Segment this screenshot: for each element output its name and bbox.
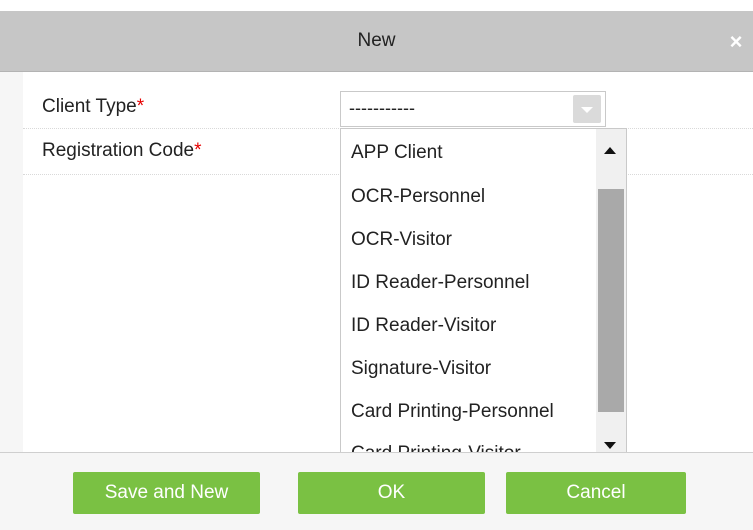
dialog-title: New	[357, 30, 396, 51]
dropdown-option-ocr-visitor[interactable]: OCR-Visitor	[351, 229, 596, 251]
client-type-dropdown-list[interactable]: APP Client OCR-Personnel OCR-Visitor ID …	[340, 128, 627, 465]
dropdown-option-app-client[interactable]: APP Client	[351, 142, 596, 164]
dropdown-option-signature-visitor[interactable]: Signature-Visitor	[351, 358, 596, 380]
dropdown-scrollbar[interactable]	[596, 129, 626, 464]
scroll-up-arrow-icon[interactable]	[604, 147, 616, 154]
dropdown-option-ocr-personnel[interactable]: OCR-Personnel	[351, 186, 596, 208]
chevron-down-triangle	[581, 107, 593, 113]
dialog-titlebar: New ×	[0, 11, 753, 72]
ok-button[interactable]: OK	[298, 472, 485, 514]
client-type-select[interactable]: -----------	[340, 91, 606, 127]
client-type-label: Client Type*	[42, 96, 144, 118]
top-strip	[0, 0, 753, 11]
dropdown-option-id-reader-visitor[interactable]: ID Reader-Visitor	[351, 315, 596, 337]
client-type-label-text: Client Type	[42, 96, 137, 117]
required-mark: *	[194, 140, 202, 161]
scroll-down-arrow-icon[interactable]	[604, 442, 616, 449]
dropdown-option-card-printing-personnel[interactable]: Card Printing-Personnel	[351, 401, 596, 423]
required-mark: *	[136, 96, 145, 117]
cancel-button[interactable]: Cancel	[506, 472, 686, 514]
registration-code-label-text: Registration Code	[42, 140, 195, 161]
registration-code-label: Registration Code*	[42, 140, 202, 162]
new-client-dialog: New × Client Type* Registration Code* --…	[0, 0, 753, 530]
scrollbar-thumb[interactable]	[598, 189, 624, 412]
close-icon[interactable]: ×	[725, 31, 747, 53]
save-and-new-button[interactable]: Save and New	[73, 472, 260, 514]
dropdown-option-id-reader-personnel[interactable]: ID Reader-Personnel	[351, 272, 596, 294]
client-type-select-value: -----------	[349, 98, 415, 118]
chevron-down-icon[interactable]	[573, 95, 601, 123]
